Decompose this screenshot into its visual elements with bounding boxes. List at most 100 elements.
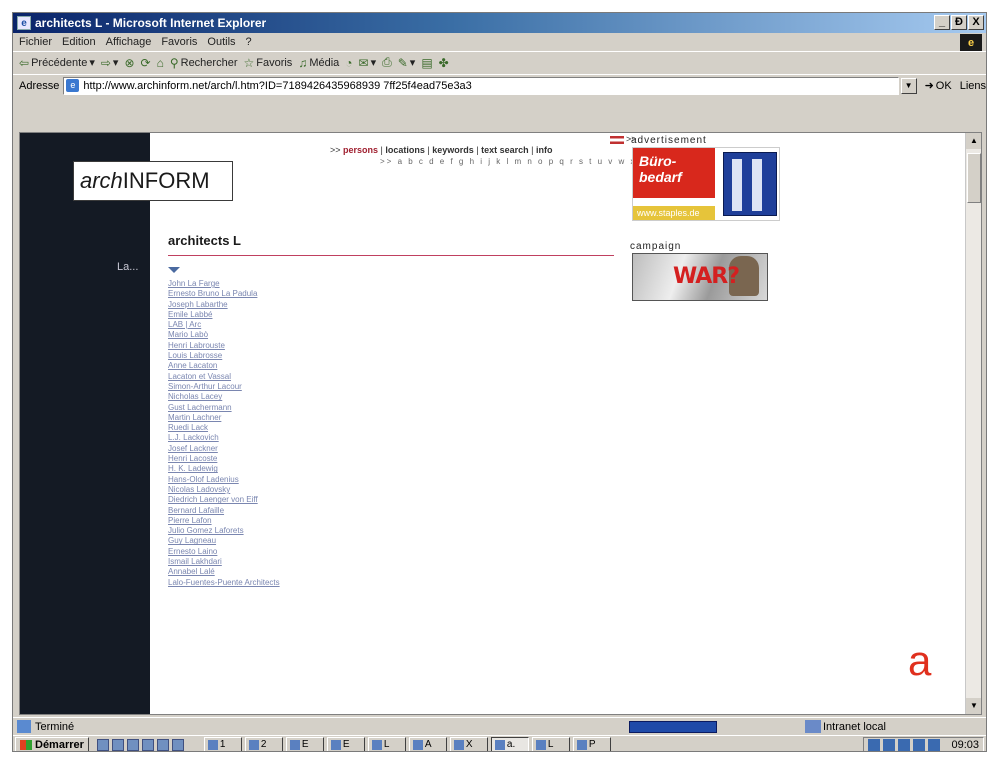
architect-link[interactable]: Nicholas Lacey — [168, 392, 468, 402]
task-button[interactable]: X — [449, 736, 488, 751]
home-button[interactable]: ⌂ — [157, 56, 164, 70]
title-bar[interactable]: e architects L - Microsoft Internet Expl… — [13, 13, 986, 33]
clock[interactable]: 09:03 — [951, 739, 979, 751]
architect-link[interactable]: L.J. Lackovich — [168, 433, 468, 443]
task-button[interactable]: 1 — [203, 736, 242, 751]
address-field[interactable]: e http://www.archinform.net/arch/l.htm?I… — [63, 76, 899, 95]
architect-link[interactable]: Ernesto Laino — [168, 547, 468, 557]
antivirus-icon[interactable] — [913, 739, 926, 751]
advertisement-banner[interactable]: Büro- bedarf www.staples.de — [632, 147, 780, 221]
menu-outils[interactable]: Outils — [207, 36, 235, 48]
menu-affichage[interactable]: Affichage — [106, 36, 152, 48]
start-button[interactable]: Démarrer — [15, 736, 89, 751]
ad-headline: Büro- bedarf — [633, 148, 715, 198]
sidebar-label[interactable]: La... — [117, 261, 138, 273]
task-button[interactable]: L — [367, 736, 406, 751]
advertisement-label: advertisement — [631, 135, 707, 146]
media-icon[interactable] — [171, 738, 184, 751]
architect-link[interactable]: Josef Lackner — [168, 444, 468, 454]
close-button[interactable]: X — [968, 15, 984, 30]
print-button[interactable]: ⎙ — [382, 55, 392, 70]
architect-link[interactable]: Mario Labò — [168, 330, 468, 340]
task-button-active[interactable]: a. — [490, 736, 529, 751]
links-button[interactable]: Liens — [960, 80, 986, 92]
nav-persons[interactable]: persons — [343, 145, 378, 155]
minimize-button[interactable]: _ — [934, 15, 950, 30]
volume-icon[interactable] — [868, 739, 881, 751]
task-button[interactable]: E — [326, 736, 365, 751]
menu-fichier[interactable]: Fichier — [19, 36, 52, 48]
scroll-down-arrow-icon[interactable]: ▼ — [966, 698, 981, 714]
vertical-scrollbar[interactable]: ▲ ▼ — [965, 133, 981, 714]
architect-link[interactable]: Anne Lacaton — [168, 361, 468, 371]
refresh-button[interactable]: ⟳ — [141, 56, 151, 70]
nav-text-search[interactable]: text search — [481, 145, 529, 155]
architect-link[interactable]: Ernesto Bruno La Padula — [168, 289, 468, 299]
edit-button[interactable]: ✎ ▾ — [398, 56, 416, 70]
go-button[interactable]: ➜ OK — [925, 79, 952, 93]
architect-link[interactable]: Ismail Lakhdari — [168, 557, 468, 567]
architect-link[interactable]: John La Farge — [168, 279, 468, 289]
architect-link[interactable]: Nicolas Ladovsky — [168, 485, 468, 495]
nav-locations[interactable]: locations — [385, 145, 425, 155]
task-button[interactable]: E — [285, 736, 324, 751]
messenger-button[interactable]: ✤ — [439, 56, 449, 70]
architect-link[interactable]: Annabel Lalé — [168, 567, 468, 577]
architect-link[interactable]: Joseph Labarthe — [168, 300, 468, 310]
architect-link[interactable]: Bernard Lafaille — [168, 506, 468, 516]
alphabet-nav[interactable]: >> a b c d e f g h i j k l m n o p q r s… — [380, 157, 657, 166]
architect-link[interactable]: Simon-Arthur Lacour — [168, 382, 468, 392]
media-button[interactable]: ♫ Média — [298, 56, 339, 70]
architect-link[interactable]: Lalo-Fuentes-Puente Architects — [168, 578, 468, 588]
architect-link[interactable]: Martin Lachner — [168, 413, 468, 423]
architect-link[interactable]: Guy Lagneau — [168, 536, 468, 546]
messenger-icon[interactable] — [928, 739, 941, 751]
architect-link[interactable]: Julio Gomez Laforets — [168, 526, 468, 536]
architect-link[interactable]: H. K. Ladewig — [168, 464, 468, 474]
desktop-icon[interactable] — [96, 738, 109, 751]
architect-link[interactable]: Gust Lachermann — [168, 403, 468, 413]
address-url: http://www.archinform.net/arch/l.htm?ID=… — [83, 79, 472, 92]
architect-link[interactable]: Henri Lacoste — [168, 454, 468, 464]
architect-link[interactable]: Ruedi Lack — [168, 423, 468, 433]
history-button[interactable]: ◔ — [345, 56, 352, 70]
mail-button[interactable]: ✉ ▾ — [359, 56, 377, 70]
architect-link[interactable]: Lacaton et Vassal — [168, 372, 468, 382]
menu-edition[interactable]: Edition — [62, 36, 96, 48]
discuss-button[interactable]: ▤ — [421, 56, 432, 70]
stop-button[interactable]: ⊗ — [124, 56, 134, 70]
architect-link[interactable]: Louis Labrosse — [168, 351, 468, 361]
nav-keywords[interactable]: keywords — [432, 145, 474, 155]
menu-favoris[interactable]: Favoris — [161, 36, 197, 48]
task-button[interactable]: P — [572, 736, 611, 751]
scroll-thumb[interactable] — [967, 153, 981, 203]
flag-icon[interactable] — [610, 136, 624, 144]
scroll-up-arrow-icon[interactable]: ▲ — [966, 133, 981, 149]
network-icon[interactable] — [898, 739, 911, 751]
folder-icon[interactable] — [141, 738, 154, 751]
architect-link[interactable]: Hans-Olof Ladenius — [168, 475, 468, 485]
architect-link[interactable]: LAB | Arc — [168, 320, 468, 330]
architect-link[interactable]: Pierre Lafon — [168, 516, 468, 526]
mail-icon[interactable] — [126, 738, 139, 751]
architect-link[interactable]: Henri Labrouste — [168, 341, 468, 351]
architect-link[interactable]: Emile Labbé — [168, 310, 468, 320]
back-button[interactable]: ⇦ Précédente ▾ — [19, 56, 95, 70]
architect-link[interactable]: Diedrich Laenger von Eiff — [168, 495, 468, 505]
document-icon[interactable] — [156, 738, 169, 751]
restore-button[interactable]: Ɖ — [951, 15, 967, 30]
address-dropdown-button[interactable]: ▼ — [900, 77, 917, 94]
task-button[interactable]: 2 — [244, 736, 283, 751]
menu-help[interactable]: ? — [246, 36, 252, 48]
language-icon[interactable] — [883, 739, 896, 751]
search-icon: ⚲ — [169, 55, 179, 70]
nav-info[interactable]: info — [536, 145, 553, 155]
forward-button[interactable]: ⇨ ▾ — [101, 56, 119, 70]
browser-icon[interactable] — [111, 738, 124, 751]
favorites-button[interactable]: ☆ Favoris — [243, 56, 292, 70]
search-button[interactable]: ⚲ Rechercher — [170, 56, 238, 70]
task-button[interactable]: A — [408, 736, 447, 751]
site-logo[interactable]: arch INFORM — [73, 161, 233, 201]
task-button[interactable]: L — [531, 736, 570, 751]
campaign-banner[interactable]: WAR? — [632, 253, 768, 301]
